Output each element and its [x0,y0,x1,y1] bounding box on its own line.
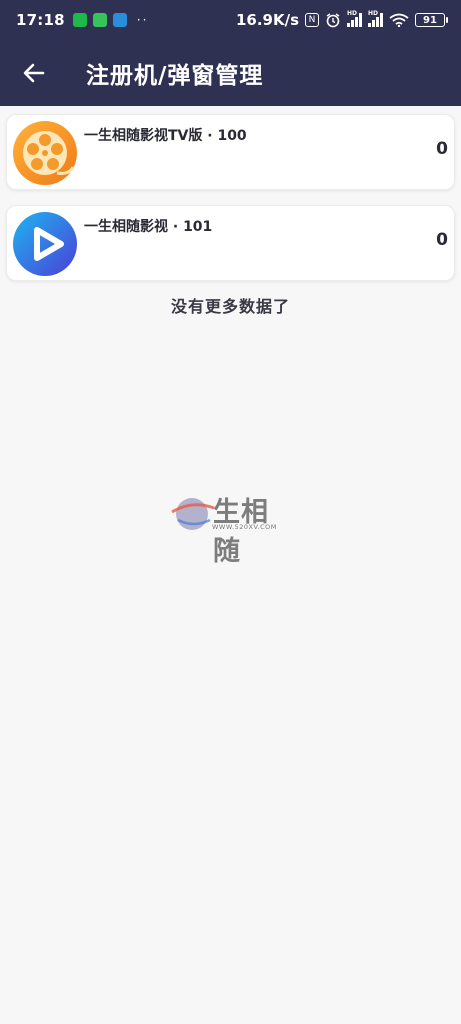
app-count: 0 [436,230,448,250]
app-card[interactable]: 一生相随影视 · 101 0 [6,205,455,281]
back-button[interactable] [12,51,56,95]
app-name: 一生相随影视 · 101 [84,219,213,235]
status-bar: 17:18 ·· 16.9K/s N HD HD 91 [0,0,461,40]
status-time: 17:18 [16,11,65,29]
app-header: 17:18 ·· 16.9K/s N HD HD 91 注册机/弹窗管理 [0,0,461,106]
notification-icons [72,13,127,27]
planet-logo-icon [171,498,215,530]
wifi-icon [389,13,409,27]
battery-icon: 91 [415,13,448,27]
signal-1-icon: HD [347,10,362,27]
network-speed: 16.9K/s [235,11,299,29]
home-app-notification-icon [92,13,107,27]
play-icon [13,212,77,276]
nfc-icon: N [305,13,319,27]
watermark-logo: 生相随 WWW.520XV.COM [170,488,295,567]
alarm-icon [326,13,340,28]
signal-2-icon: HD [368,10,383,27]
title-bar: 注册机/弹窗管理 [0,40,461,106]
more-notifications-icon: ·· [136,13,149,27]
watermark-url: WWW.520XV.COM [212,523,277,531]
app-count: 0 [436,139,448,159]
page-title: 注册机/弹窗管理 [86,63,264,89]
app-name: 一生相随影视TV版 · 100 [84,128,247,144]
no-more-data-text: 没有更多数据了 [170,297,290,316]
film-reel-icon [13,121,77,185]
app-notification-icon [112,13,127,27]
status-right: 16.9K/s N HD HD 91 [235,10,448,29]
wechat-notification-icon [72,13,87,27]
arrow-left-icon [23,63,45,83]
app-card[interactable]: 一生相随影视TV版 · 100 0 [6,114,455,190]
